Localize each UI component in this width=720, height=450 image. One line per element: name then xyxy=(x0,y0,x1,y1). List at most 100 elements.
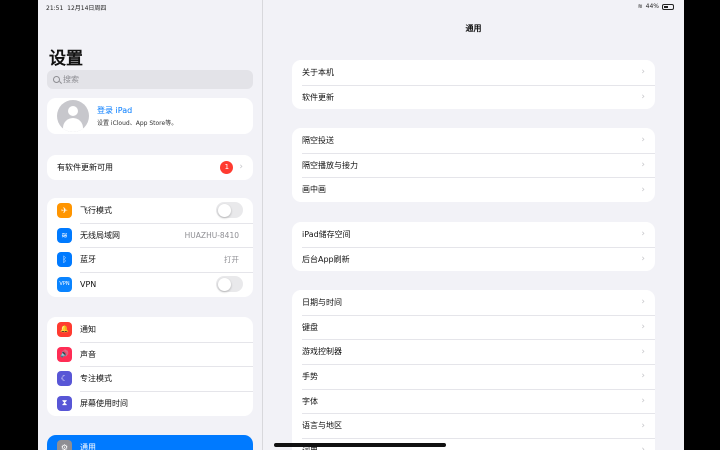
hourglass-icon: ⧗ xyxy=(57,395,72,411)
airplane-icon: ✈ xyxy=(57,202,72,218)
game-controller-row[interactable]: 游戏控制器 › xyxy=(292,339,655,364)
bell-icon: 🔔 xyxy=(57,321,72,337)
main-panel: ≋ 44% 通用 关于本机 › 软件更新 › 隔空投送 › 隔空播放与接力 › 画中画 ›… xyxy=(263,0,684,450)
page-title: 设置 xyxy=(49,49,83,69)
status-indicators: ≋ 44% xyxy=(638,3,674,10)
row-label: 游戏控制器 xyxy=(302,347,342,357)
sidebar: 21:51 12月14日周四 设置 搜索 登录 iPad 设置 iCloud、A… xyxy=(38,0,263,450)
row-label: 键盘 xyxy=(302,322,318,332)
chevron-right-icon: › xyxy=(641,346,645,357)
update-label: 有软件更新可用 xyxy=(57,162,113,172)
sidebar-item-screen-time[interactable]: ⧗ 屏幕使用时间 xyxy=(47,391,253,416)
sidebar-item-bluetooth[interactable]: ᛒ 蓝牙 打开 xyxy=(47,247,253,272)
date-time-row[interactable]: 日期与时间 › xyxy=(292,290,655,315)
row-label: 手势 xyxy=(302,371,318,381)
fonts-row[interactable]: 字体 › xyxy=(292,388,655,414)
software-update-available-row[interactable]: 有软件更新可用 1 › xyxy=(47,155,253,180)
update-badge: 1 xyxy=(220,160,234,174)
airplane-mode-toggle[interactable] xyxy=(216,202,243,219)
row-label: 画中画 xyxy=(302,185,326,195)
sidebar-item-airplane-mode[interactable]: ✈ 飞行模式 xyxy=(47,198,253,223)
storage-group: iPad储存空间 › 后台App刷新 › xyxy=(292,222,655,272)
row-label: 隔空播放与接力 xyxy=(302,160,358,170)
battery-icon xyxy=(662,3,674,10)
sidebar-item-vpn[interactable]: VPN VPN xyxy=(47,272,253,297)
search-input[interactable]: 搜索 xyxy=(47,70,253,89)
chevron-right-icon: › xyxy=(641,396,645,407)
search-placeholder: 搜索 xyxy=(63,75,79,84)
keyboard-row[interactable]: 键盘 › xyxy=(292,314,655,340)
row-label: 隔空投送 xyxy=(302,135,334,145)
row-label: 语言与地区 xyxy=(302,421,342,431)
account-title: 登录 iPad xyxy=(97,106,133,115)
sidebar-selected-group: ⚙ 通用 xyxy=(47,435,253,450)
sidebar-item-label: 无线局域网 xyxy=(80,230,120,240)
sidebar-item-label: 通知 xyxy=(80,324,96,334)
search-icon xyxy=(53,76,60,83)
vpn-toggle[interactable] xyxy=(216,276,243,293)
vpn-icon: VPN xyxy=(57,276,72,292)
chevron-right-icon: › xyxy=(641,135,645,146)
airdrop-group: 隔空投送 › 隔空播放与接力 › 画中画 › xyxy=(292,128,655,203)
chevron-right-icon: › xyxy=(641,297,645,308)
speaker-icon: 🔊 xyxy=(57,346,72,362)
airplay-handoff-row[interactable]: 隔空播放与接力 › xyxy=(292,152,655,178)
notify-group: 🔔 通知 🔊 声音 ☾ 专注模式 ⧗ 屏幕使用时间 xyxy=(47,317,253,416)
sidebar-item-notifications[interactable]: 🔔 通知 xyxy=(47,317,253,342)
chevron-right-icon: › xyxy=(641,420,645,431)
sidebar-item-label: 通用 xyxy=(80,442,96,450)
background-refresh-row[interactable]: 后台App刷新 › xyxy=(292,246,655,272)
ipad-screen: 21:51 12月14日周四 设置 搜索 登录 iPad 设置 iCloud、A… xyxy=(38,0,684,450)
gear-icon: ⚙ xyxy=(57,439,72,450)
chevron-right-icon: › xyxy=(641,229,645,240)
row-label: 日期与时间 xyxy=(302,297,342,307)
update-card: 有软件更新可用 1 › xyxy=(47,155,253,180)
detail-title: 通用 xyxy=(465,24,482,33)
wifi-status-icon: ≋ xyxy=(637,3,643,10)
sidebar-item-label: 专注模式 xyxy=(80,374,112,384)
language-region-row[interactable]: 语言与地区 › xyxy=(292,413,655,438)
chevron-right-icon: › xyxy=(641,67,645,78)
sidebar-item-label: 飞行模式 xyxy=(80,205,112,215)
date: 12月14日周四 xyxy=(67,5,107,12)
sidebar-item-label: 声音 xyxy=(80,349,96,359)
gestures-row[interactable]: 手势 › xyxy=(292,364,655,389)
chevron-right-icon: › xyxy=(641,371,645,382)
bluetooth-icon: ᛒ xyxy=(57,252,72,268)
sidebar-item-label: 屏幕使用时间 xyxy=(80,398,128,408)
chevron-right-icon: › xyxy=(641,322,645,333)
wifi-icon: ≋ xyxy=(57,227,72,243)
sidebar-item-focus[interactable]: ☾ 专注模式 xyxy=(47,366,253,391)
row-label: 软件更新 xyxy=(302,92,334,102)
account-subtitle: 设置 iCloud、App Store等。 xyxy=(97,120,178,127)
pip-row[interactable]: 画中画 › xyxy=(292,177,655,202)
sidebar-item-label: VPN xyxy=(80,279,97,289)
sidebar-item-general[interactable]: ⚙ 通用 xyxy=(47,435,253,450)
chevron-right-icon: › xyxy=(239,162,243,173)
avatar-icon xyxy=(57,100,89,132)
chevron-right-icon: › xyxy=(641,254,645,265)
moon-icon: ☾ xyxy=(57,371,72,387)
about-group: 关于本机 › 软件更新 › xyxy=(292,60,655,110)
about-row[interactable]: 关于本机 › xyxy=(292,60,655,85)
home-indicator[interactable] xyxy=(274,443,446,447)
chevron-right-icon: › xyxy=(641,92,645,103)
bluetooth-value: 打开 xyxy=(224,255,239,265)
account-card[interactable]: 登录 iPad 设置 iCloud、App Store等。 xyxy=(47,98,253,134)
chevron-right-icon: › xyxy=(641,445,645,450)
sidebar-item-sounds[interactable]: 🔊 声音 xyxy=(47,341,253,367)
software-update-row[interactable]: 软件更新 › xyxy=(292,84,655,110)
chevron-right-icon: › xyxy=(641,184,645,195)
sidebar-item-wifi[interactable]: ≋ 无线局域网 HUAZHU-8410 xyxy=(47,222,253,248)
wifi-value: HUAZHU-8410 xyxy=(184,230,239,240)
ipad-storage-row[interactable]: iPad储存空间 › xyxy=(292,222,655,247)
clock: 21:51 xyxy=(46,5,64,12)
row-label: 关于本机 xyxy=(302,67,334,77)
status-time: 21:51 12月14日周四 xyxy=(46,3,106,12)
battery-percent: 44% xyxy=(645,3,659,10)
airdrop-row[interactable]: 隔空投送 › xyxy=(292,128,655,153)
sidebar-item-label: 蓝牙 xyxy=(80,255,96,265)
chevron-right-icon: › xyxy=(641,160,645,171)
system-group: 日期与时间› 键盘› 游戏控制器› 手势› 字体› 语言与地区› 词典› xyxy=(292,290,655,450)
row-label: 字体 xyxy=(302,396,318,406)
